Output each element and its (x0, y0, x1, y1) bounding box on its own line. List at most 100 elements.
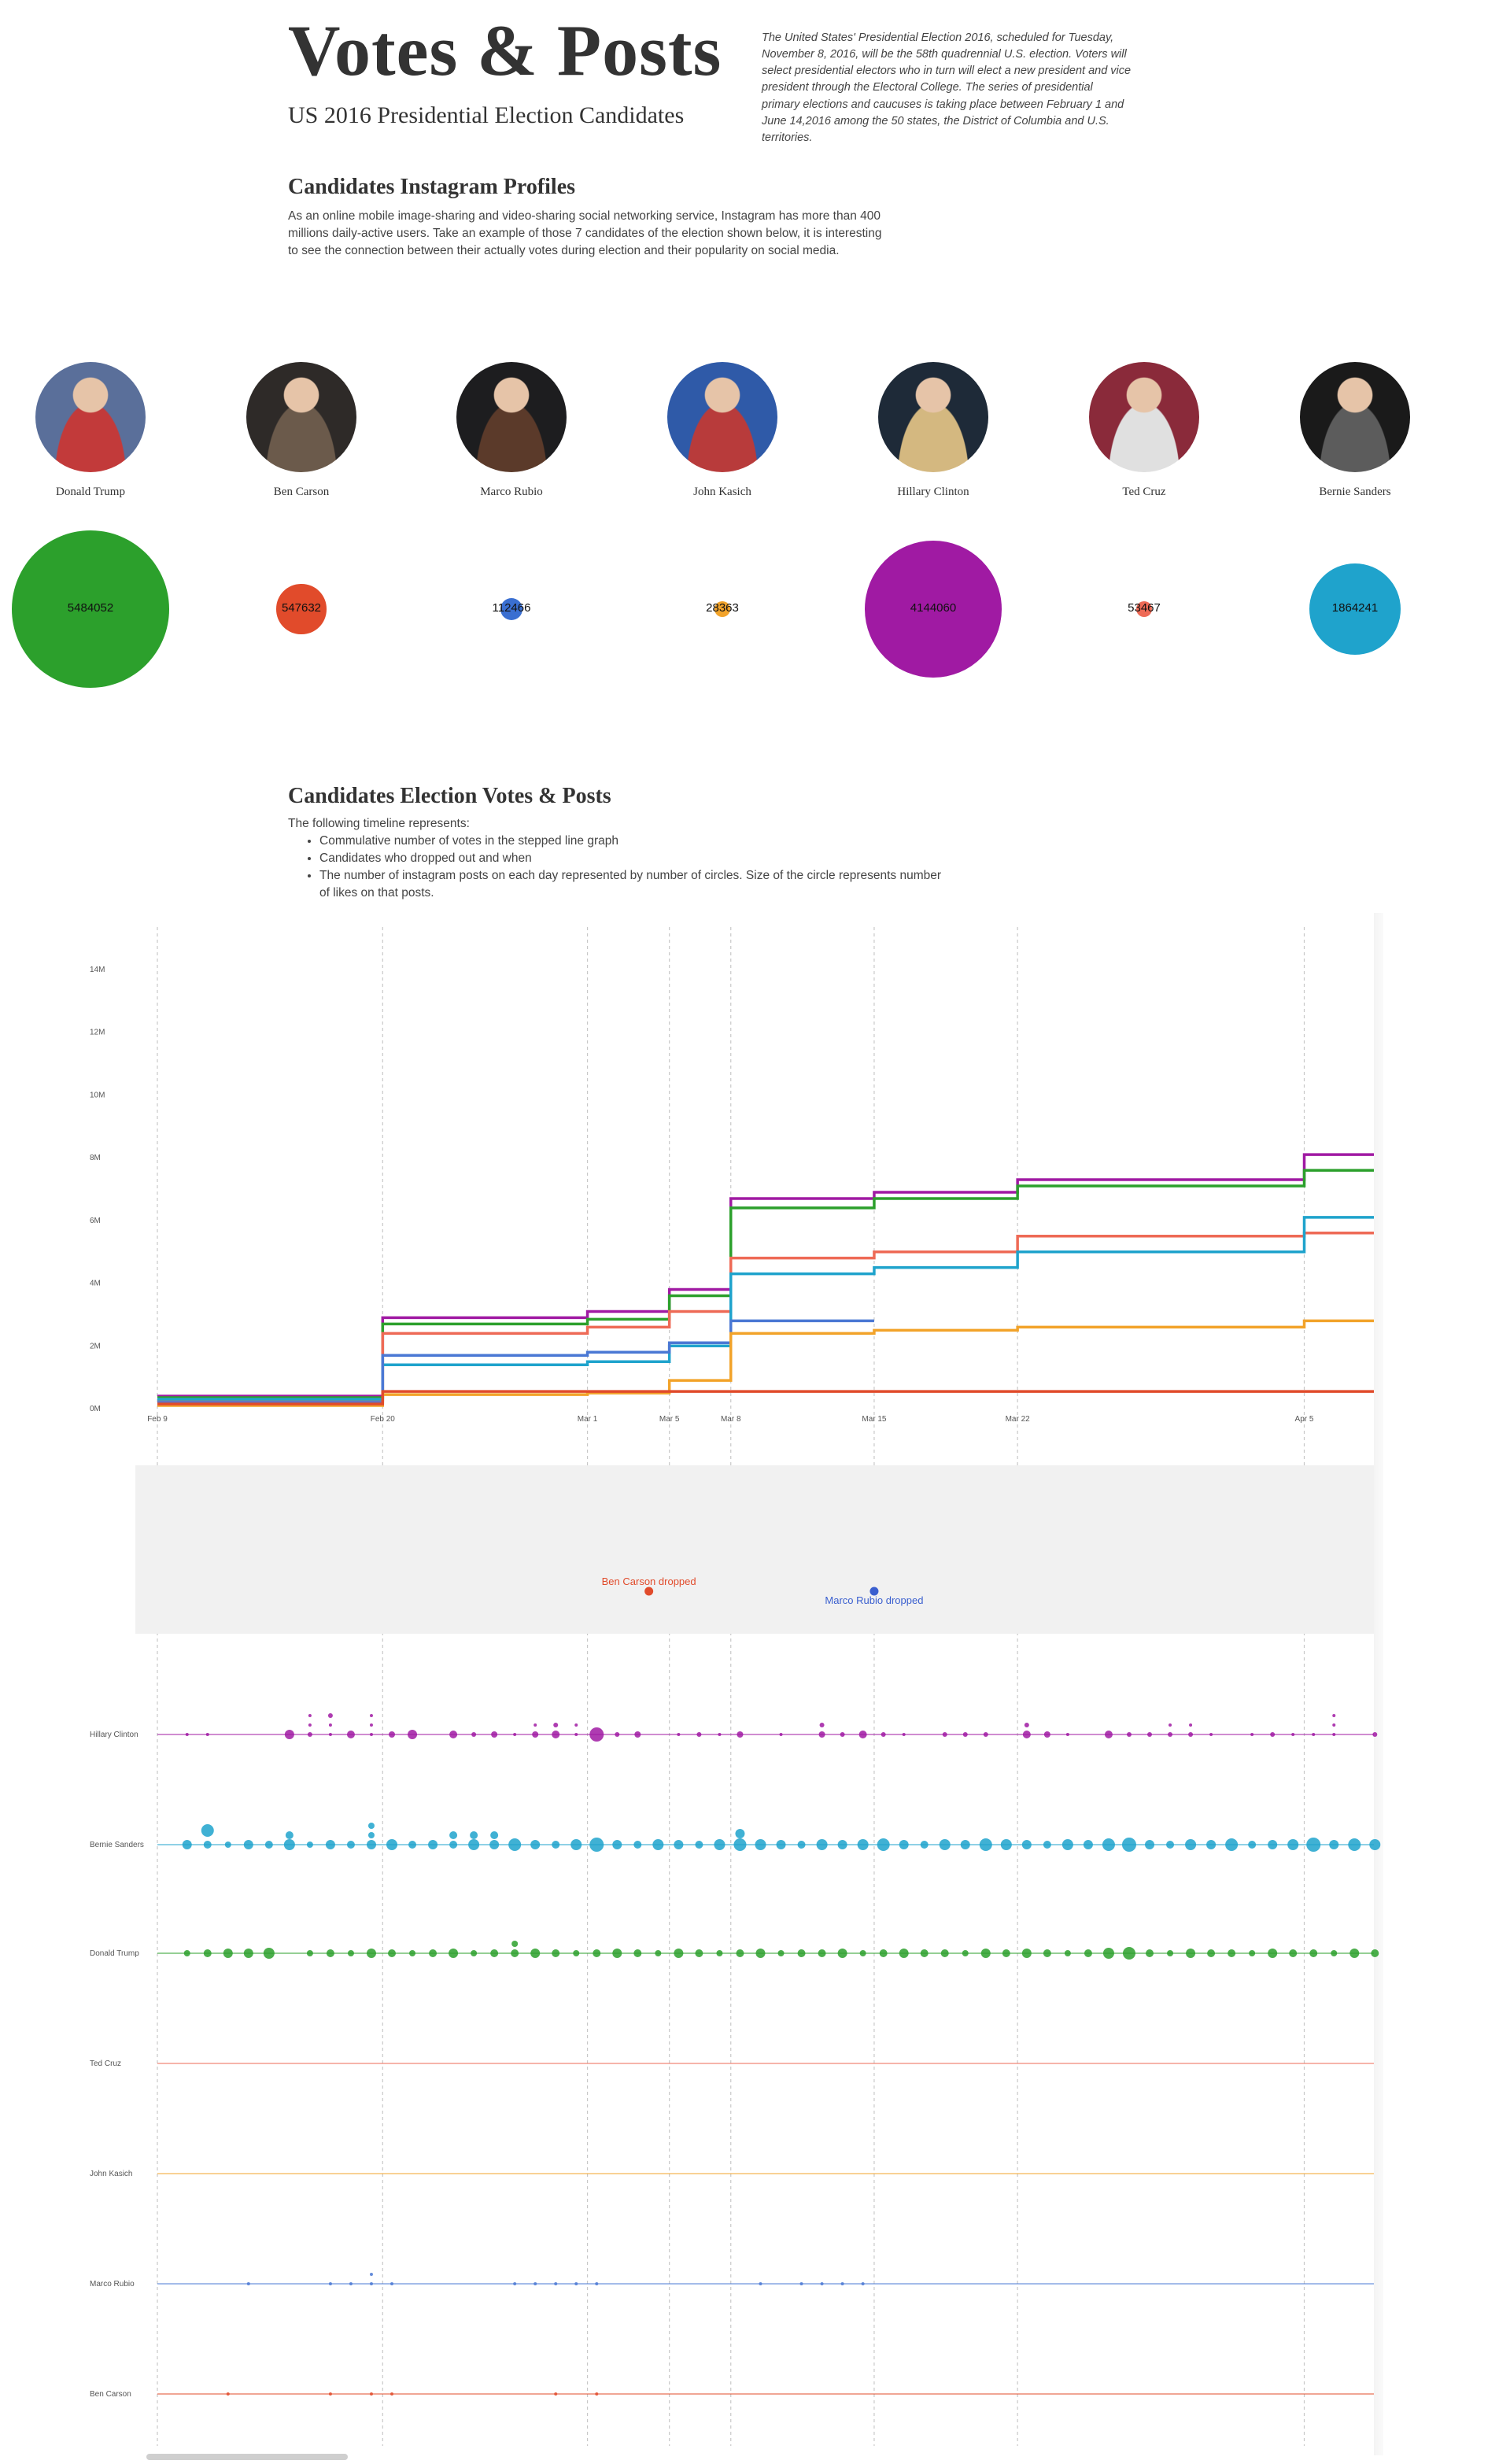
post-circle (1126, 1732, 1132, 1737)
y-tick-label: 6M (90, 1217, 101, 1225)
post-circle (1145, 1840, 1155, 1849)
post-circle (1022, 1731, 1031, 1738)
post-circle (1168, 1732, 1173, 1737)
post-circle (552, 1841, 560, 1849)
post-circle (346, 1731, 355, 1738)
post-circle (1306, 1838, 1321, 1852)
post-circle (264, 1841, 273, 1849)
post-circle (1043, 1949, 1051, 1957)
post-circle (714, 1839, 726, 1850)
post-circle (513, 1733, 517, 1736)
post-row-label: Ben Carson (90, 2390, 131, 2399)
post-circle (837, 1949, 847, 1958)
post-circle (857, 1839, 869, 1850)
votes-posts-timeline: Feb 9 Feb 20 Mar 1 Mar 5 Mar 8 Mar 15 Mar 22 Ap… (90, 927, 1381, 2446)
post-circle (201, 1824, 214, 1837)
post-circle (1147, 1732, 1153, 1737)
post-circle (552, 1731, 560, 1738)
candidate-name: Ted Cruz (1122, 486, 1166, 498)
votes-intro: The following timeline represents: (288, 817, 470, 830)
post-circle (879, 1949, 888, 1957)
post-circle (1186, 1949, 1196, 1958)
post-circle (224, 1842, 231, 1848)
y-tick-label: 0M (90, 1405, 101, 1413)
post-circle (369, 1723, 373, 1727)
post-row-label: Donald Trump (90, 1949, 139, 1958)
post-circle (589, 1838, 604, 1852)
post-circle (1189, 1723, 1193, 1727)
post-circle (1331, 1950, 1338, 1956)
post-circle (736, 1949, 744, 1957)
post-circle (328, 1723, 332, 1727)
post-circle (573, 1950, 580, 1956)
y-tick-label: 4M (90, 1280, 101, 1288)
post-circle (1024, 1723, 1029, 1727)
post-circle (366, 1949, 376, 1958)
dropout-label: Ben Carson dropped (602, 1576, 696, 1587)
post-circle (263, 1948, 275, 1959)
votes-description: The following timeline represents: Commu… (288, 815, 949, 902)
post-circle (1169, 1723, 1172, 1727)
horizontal-scrollbar[interactable] (146, 2454, 348, 2460)
post-circle (797, 1949, 806, 1957)
post-circle (1188, 1732, 1194, 1737)
x-tick-label: Mar 22 (1006, 1415, 1031, 1424)
post-circle (386, 1839, 398, 1850)
post-circle (1065, 1733, 1069, 1736)
candidate-photo (246, 362, 356, 472)
post-circle (284, 1730, 294, 1739)
candidate-name: Bernie Sanders (1319, 486, 1391, 498)
post-circle (449, 1731, 458, 1738)
post-circle (1021, 1949, 1032, 1958)
post-circle (962, 1950, 969, 1956)
post-circle (1043, 1841, 1051, 1849)
post-circle (574, 1733, 578, 1736)
post-circle (552, 1949, 560, 1957)
follower-count: 53467 (1128, 601, 1161, 615)
post-circle (940, 1949, 949, 1957)
post-circle (308, 1723, 312, 1727)
post-circle (369, 2392, 373, 2396)
post-circle (652, 1839, 664, 1850)
candidate-name: Marco Rubio (480, 486, 543, 498)
post-circle (1249, 1950, 1256, 1956)
post-circle (920, 1841, 929, 1849)
post-circle (1102, 1948, 1114, 1959)
post-circle (899, 1840, 909, 1849)
post-circle (534, 2282, 537, 2285)
intro-paragraph: The United States' Presidential Election… (762, 31, 1132, 144)
post-circle (1312, 1733, 1316, 1736)
post-circle (1289, 1949, 1298, 1957)
post-circle (532, 1731, 539, 1738)
post-circle (1166, 1841, 1175, 1849)
post-circle (246, 2282, 250, 2285)
post-circle (1104, 1731, 1113, 1738)
post-circle (899, 1949, 909, 1958)
votes-bullet-list: Commulative number of votes in the stepp… (288, 833, 949, 902)
post-circle (1268, 1949, 1278, 1958)
post-circle (755, 1949, 766, 1958)
post-circle (1122, 1947, 1135, 1960)
follower-count: 28363 (706, 601, 739, 615)
post-circle (570, 1839, 582, 1850)
follower-count: 1864241 (1331, 601, 1379, 615)
post-circle (759, 2282, 762, 2285)
post-circle (449, 1949, 459, 1958)
post-circle (1043, 1731, 1050, 1738)
post-circle (389, 1731, 396, 1738)
post-circle (877, 1838, 890, 1851)
post-circle (534, 1723, 537, 1727)
post-circle (490, 1949, 499, 1957)
post-circle (861, 2282, 865, 2285)
post-circle (553, 1723, 559, 1727)
post-circle (306, 1950, 313, 1956)
candidate-photo (35, 362, 146, 472)
post-circle (1061, 1839, 1073, 1850)
post-row-label: Ted Cruz (90, 2059, 121, 2068)
post-circle (1000, 1839, 1012, 1850)
post-circle (615, 1732, 620, 1737)
post-circle (390, 2392, 394, 2396)
candidate-photo (878, 362, 988, 472)
post-circle (428, 1840, 438, 1849)
post-circle (182, 1840, 192, 1849)
